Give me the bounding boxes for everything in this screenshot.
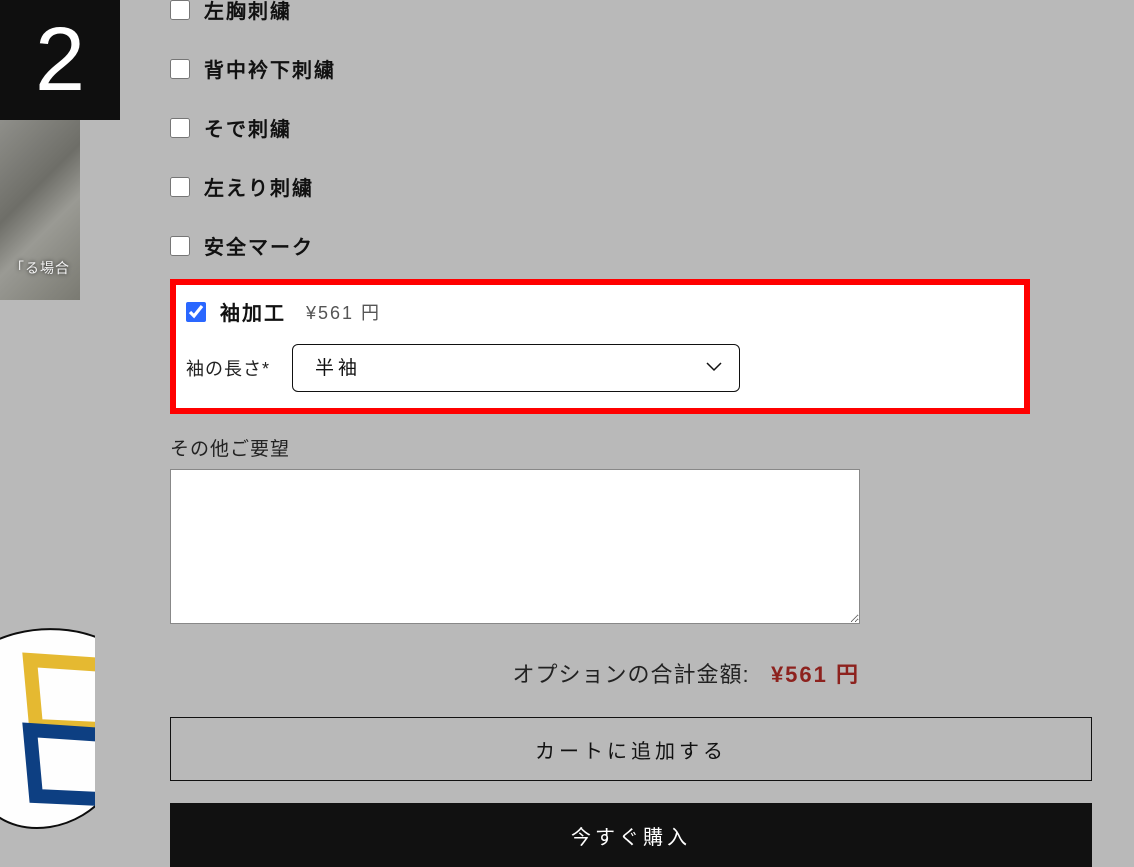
option-label: そで刺繍 xyxy=(204,113,292,142)
total-value: ¥561 円 xyxy=(771,662,860,687)
option-label: 背中衿下刺繍 xyxy=(204,54,336,83)
option-price: ¥561 円 xyxy=(306,299,381,325)
checkbox-left-chest[interactable] xyxy=(170,0,190,20)
checkbox-sleeve-emb[interactable] xyxy=(170,118,190,138)
options-total: オプションの合計金額: ¥561 円 xyxy=(170,657,860,689)
notes-label: その他ご要望 xyxy=(170,434,1030,461)
step-badge: 2 xyxy=(0,0,120,120)
add-to-cart-button[interactable]: カートに追加する xyxy=(170,717,1092,781)
product-thumbnail[interactable]: 「る場合 xyxy=(0,120,80,300)
sleeve-length-field: 袖の長さ* 半袖 xyxy=(186,344,1014,392)
option-row-left-chest[interactable]: 左胸刺繍 xyxy=(170,0,1030,39)
checkbox-left-collar[interactable] xyxy=(170,177,190,197)
thumbnail-strip: 「る場合 xyxy=(0,120,80,350)
buy-now-button[interactable]: 今すぐ購入 xyxy=(170,803,1092,867)
sleeve-length-label: 袖の長さ* xyxy=(186,355,270,381)
checkbox-sleeve-mod[interactable] xyxy=(186,302,206,322)
option-label: 袖加工 xyxy=(220,297,286,326)
sleeve-length-select[interactable]: 半袖 xyxy=(292,344,740,392)
option-label: 安全マーク xyxy=(204,231,314,260)
option-row-sleeve-emb[interactable]: そで刺繍 xyxy=(170,98,1030,157)
thumbnail-caption: 「る場合 xyxy=(0,258,80,278)
sleeve-length-select-wrap: 半袖 xyxy=(292,344,740,392)
option-label: 左胸刺繍 xyxy=(204,0,292,24)
highlight-callout: 袖加工 ¥561 円 袖の長さ* 半袖 xyxy=(170,279,1030,414)
options-form: 左胸刺繍 背中衿下刺繍 そで刺繍 左えり刺繍 安全マーク 袖加工 ¥561 円 … xyxy=(170,0,1030,867)
option-row-sleeve-mod[interactable]: 袖加工 ¥561 円 xyxy=(186,297,1014,326)
option-label: 左えり刺繍 xyxy=(204,172,314,201)
checkbox-back-collar[interactable] xyxy=(170,59,190,79)
total-label: オプションの合計金額: xyxy=(512,662,749,687)
option-row-left-collar[interactable]: 左えり刺繍 xyxy=(170,157,1030,216)
notes-textarea[interactable] xyxy=(170,469,860,624)
option-row-safety-mark[interactable]: 安全マーク xyxy=(170,216,1030,275)
decorative-art xyxy=(0,620,95,850)
checkbox-safety-mark[interactable] xyxy=(170,236,190,256)
option-row-back-collar[interactable]: 背中衿下刺繍 xyxy=(170,39,1030,98)
